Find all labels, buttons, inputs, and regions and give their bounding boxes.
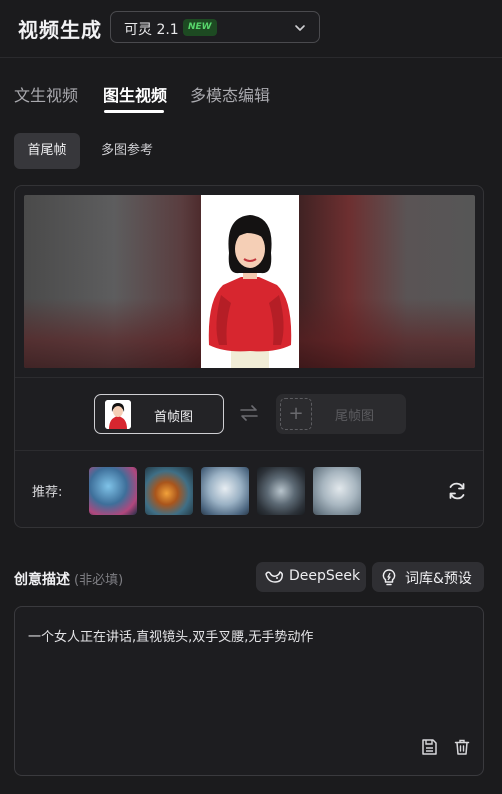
active-tab-indicator [104, 110, 164, 113]
tab-text-to-video[interactable]: 文生视频 [14, 82, 78, 106]
recommend-label: 推荐: [32, 485, 63, 500]
deepseek-whale-icon [265, 571, 283, 583]
last-frame-button[interactable]: + 尾帧图 [276, 394, 406, 434]
last-frame-label: 尾帧图 [335, 409, 375, 424]
plus-icon: + [280, 398, 312, 430]
recommend-thumb-2[interactable] [145, 467, 193, 515]
recommend-thumb-5[interactable] [313, 467, 361, 515]
model-select[interactable]: 可灵 2.1 NEW [110, 11, 320, 43]
deepseek-button[interactable]: DeepSeek [256, 562, 366, 592]
description-title-text: 创意描述 [14, 572, 70, 588]
image-preview [24, 195, 475, 368]
frame-panel: 首帧图 + 尾帧图 推荐: [14, 185, 484, 528]
library-presets-label: 词库&预设 [405, 571, 472, 587]
divider [15, 450, 483, 451]
new-badge: NEW [183, 19, 217, 36]
recommend-thumb-3[interactable] [201, 467, 249, 515]
library-presets-button[interactable]: 词库&预设 [372, 562, 484, 592]
chevron-down-icon [295, 25, 305, 31]
main-tabs: 文生视频 图生视频 多模态编辑 [0, 80, 502, 114]
model-select-value: 可灵 2.1 [124, 22, 179, 38]
description-title: 创意描述 (非必填) [14, 569, 123, 589]
description-text[interactable]: 一个女人正在讲话,直视镜头,双手叉腰,无手势动作 [28, 626, 468, 645]
tab-image-to-video[interactable]: 图生视频 [103, 82, 167, 106]
subtab-multi-image-reference[interactable]: 多图参考 [101, 133, 153, 169]
deepseek-button-label: DeepSeek [289, 568, 361, 584]
first-frame-label: 首帧图 [154, 410, 194, 425]
portrait-illustration [201, 195, 299, 368]
page-title: 视频生成 [18, 18, 102, 42]
first-frame-thumbnail [105, 400, 131, 429]
description-textarea[interactable]: 一个女人正在讲话,直视镜头,双手叉腰,无手势动作 [14, 606, 484, 776]
recommend-thumb-1[interactable] [89, 467, 137, 515]
recommend-thumb-4[interactable] [257, 467, 305, 515]
description-optional-hint: (非必填) [74, 573, 124, 588]
trash-icon[interactable] [453, 738, 471, 756]
preview-portrait-image [201, 195, 299, 368]
header: 视频生成 可灵 2.1 NEW [0, 0, 502, 58]
save-icon[interactable] [420, 738, 438, 756]
swap-icon[interactable] [238, 403, 260, 423]
subtab-first-last-frame[interactable]: 首尾帧 [14, 133, 80, 169]
refresh-icon[interactable] [447, 481, 467, 501]
lightbulb-icon [382, 569, 396, 586]
first-frame-button[interactable]: 首帧图 [94, 394, 224, 434]
tab-multimodal-edit[interactable]: 多模态编辑 [190, 82, 270, 106]
divider [15, 377, 483, 378]
